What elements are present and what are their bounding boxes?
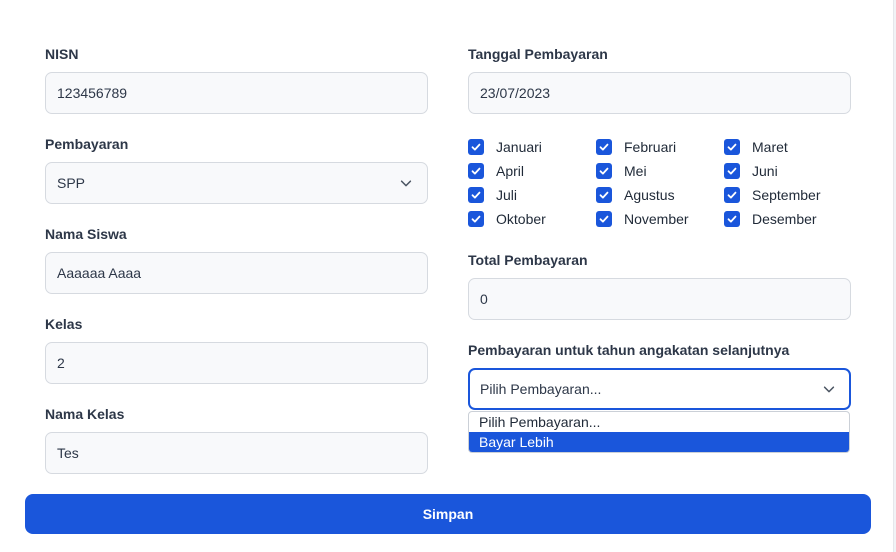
month-label: Desember [752, 211, 817, 227]
month-checkbox-juli[interactable]: Juli [468, 185, 517, 205]
nisn-label: NISN [45, 46, 79, 62]
month-checkbox-november[interactable]: November [596, 209, 689, 229]
nama-kelas-value: Tes [57, 445, 79, 461]
tanggal-label: Tanggal Pembayaran [468, 46, 608, 62]
nisn-input[interactable]: 123456789 [45, 72, 428, 114]
month-checkbox-januari[interactable]: Januari [468, 137, 542, 157]
month-checkbox-april[interactable]: April [468, 161, 524, 181]
checkbox-checked-icon[interactable] [596, 211, 612, 227]
month-checkbox-maret[interactable]: Maret [724, 137, 788, 157]
checkbox-checked-icon[interactable] [468, 187, 484, 203]
nama-siswa-label: Nama Siswa [45, 226, 127, 242]
month-checkbox-desember[interactable]: Desember [724, 209, 817, 229]
dropdown-option[interactable]: Pilih Pembayaran... [469, 412, 849, 432]
pembayaran-select[interactable]: SPP [45, 162, 428, 204]
checkbox-checked-icon[interactable] [468, 139, 484, 155]
payment-form-card: NISN 123456789 Pembayaran SPP Nama Siswa… [0, 0, 894, 552]
month-label: Oktober [496, 211, 546, 227]
month-label: April [496, 163, 525, 179]
total-input[interactable]: 0 [468, 278, 851, 320]
month-label: Juni [752, 163, 778, 179]
nama-kelas-input[interactable]: Tes [45, 432, 428, 474]
month-checkbox-mei[interactable]: Mei [596, 161, 647, 181]
next-year-select[interactable]: Pilih Pembayaran... [468, 368, 851, 410]
month-label: Agustus [624, 187, 675, 203]
nama-siswa-value: Aaaaaa Aaaa [57, 265, 142, 281]
month-label: September [752, 187, 821, 203]
pembayaran-label: Pembayaran [45, 136, 129, 152]
simpan-button[interactable]: Simpan [25, 494, 871, 534]
checkbox-checked-icon[interactable] [724, 139, 740, 155]
month-label: November [624, 211, 689, 227]
chevron-down-icon [823, 386, 835, 393]
kelas-label: Kelas [45, 316, 83, 332]
dropdown-option-highlighted[interactable]: Bayar Lebih [469, 432, 849, 452]
month-label: Juli [496, 187, 518, 203]
checkbox-checked-icon[interactable] [724, 187, 740, 203]
nisn-value: 123456789 [57, 85, 128, 101]
total-value: 0 [480, 291, 488, 307]
checkbox-checked-icon[interactable] [596, 187, 612, 203]
checkbox-checked-icon[interactable] [468, 211, 484, 227]
tanggal-value: 23/07/2023 [480, 85, 551, 101]
checkbox-checked-icon[interactable] [724, 211, 740, 227]
total-label: Total Pembayaran [468, 252, 588, 268]
month-checkbox-agustus[interactable]: Agustus [596, 185, 675, 205]
nama-siswa-input[interactable]: Aaaaaa Aaaa [45, 252, 428, 294]
checkbox-checked-icon[interactable] [596, 163, 612, 179]
next-year-label: Pembayaran untuk tahun angakatan selanju… [468, 342, 790, 358]
checkbox-checked-icon[interactable] [596, 139, 612, 155]
checkbox-checked-icon[interactable] [468, 163, 484, 179]
month-checkbox-juni[interactable]: Juni [724, 161, 778, 181]
tanggal-input[interactable]: 23/07/2023 [468, 72, 851, 114]
next-year-value: Pilih Pembayaran... [480, 381, 602, 397]
pembayaran-value: SPP [57, 175, 86, 191]
chevron-down-icon [400, 180, 412, 187]
month-label: Februari [624, 139, 677, 155]
checkbox-checked-icon[interactable] [724, 163, 740, 179]
next-year-dropdown-list: Pilih Pembayaran... Bayar Lebih [468, 411, 850, 453]
month-label: Maret [752, 139, 788, 155]
kelas-value: 2 [57, 355, 65, 371]
month-checkbox-oktober[interactable]: Oktober [468, 209, 546, 229]
month-label: Januari [496, 139, 542, 155]
kelas-input[interactable]: 2 [45, 342, 428, 384]
month-label: Mei [624, 163, 647, 179]
month-checkbox-september[interactable]: September [724, 185, 820, 205]
month-checkbox-februari[interactable]: Februari [596, 137, 676, 157]
nama-kelas-label: Nama Kelas [45, 406, 125, 422]
